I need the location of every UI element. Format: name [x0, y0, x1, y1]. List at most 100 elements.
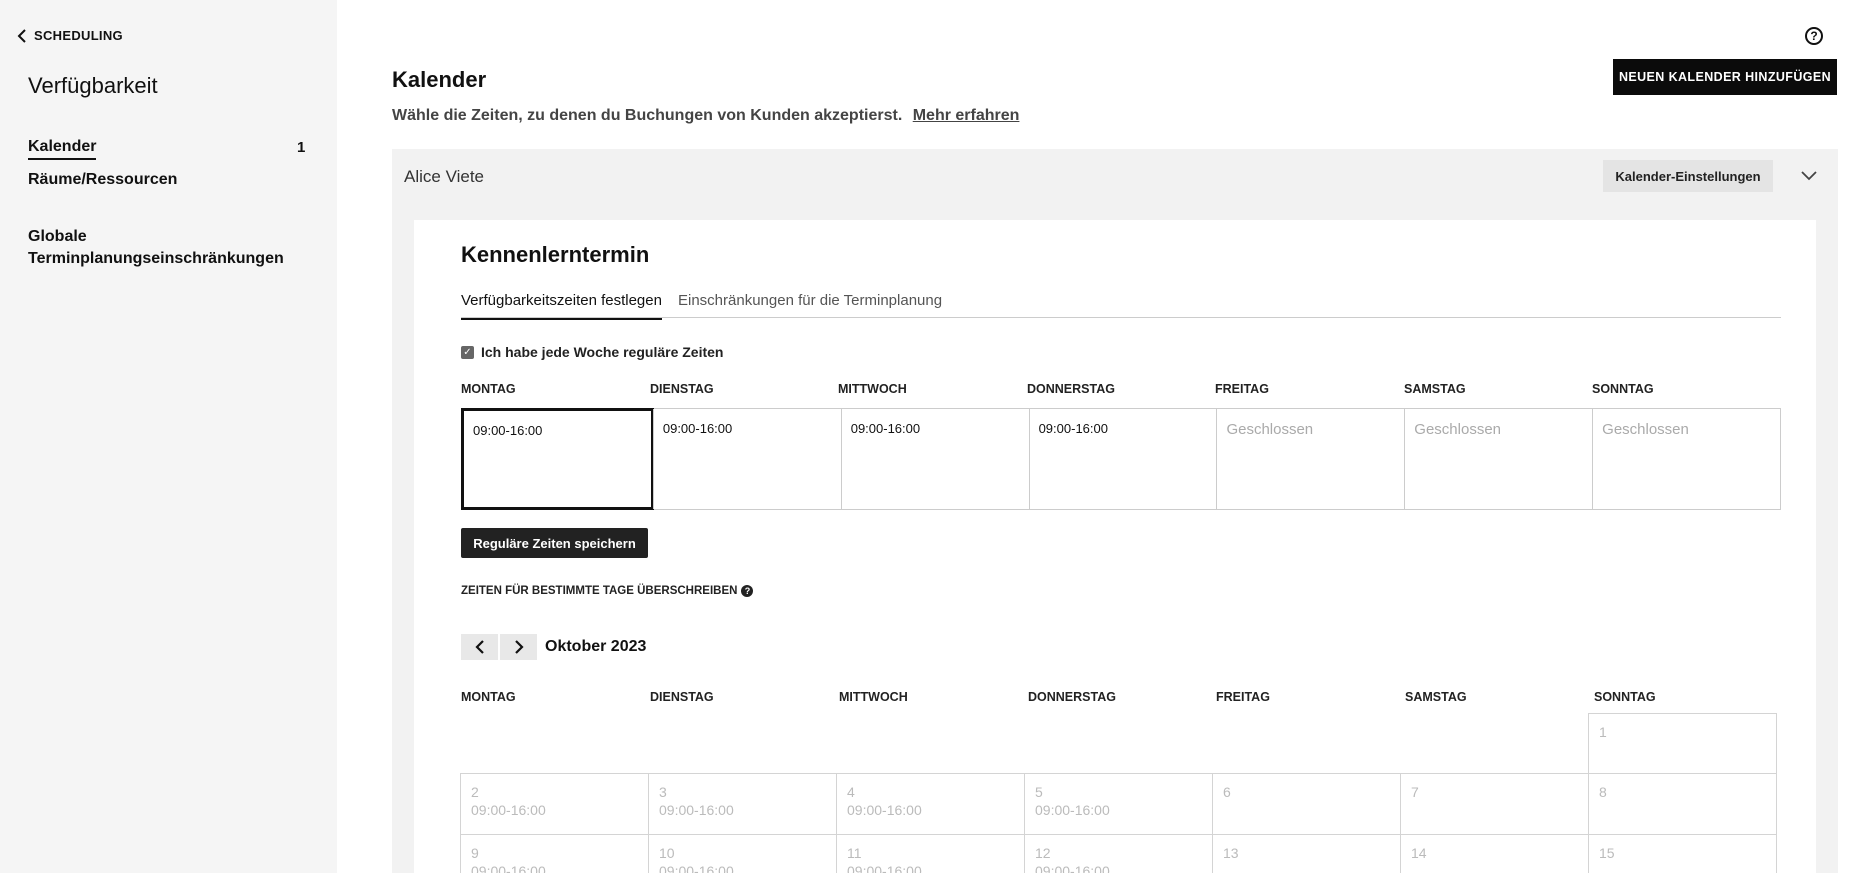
- day-hours: 09:00-16:00: [659, 863, 734, 873]
- calendar-settings-button[interactable]: Kalender-Einstellungen: [1603, 160, 1773, 192]
- regular-hours-label: Ich habe jede Woche reguläre Zeiten: [481, 344, 724, 360]
- day-hours: 09:00-16:00: [471, 863, 546, 873]
- day-hours: 09:00-16:00: [1035, 863, 1110, 873]
- prev-month-button[interactable]: [461, 634, 498, 660]
- month-week-row: 9 09:00-16:00 10 09:00-16:00 11 09:00-16:00…: [460, 834, 1783, 873]
- month-day-cell[interactable]: 3 09:00-16:00: [648, 773, 837, 835]
- month-day-cell[interactable]: 5 09:00-16:00: [1024, 773, 1213, 835]
- month-cell-empty: [1212, 713, 1401, 774]
- chevron-right-icon: [514, 640, 524, 654]
- weekly-slot-thursday[interactable]: 09:00-16:00: [1028, 409, 1217, 509]
- month-weekday-header: MONTAG: [461, 690, 516, 704]
- sidebar-item-label: Räume/Ressourcen: [28, 171, 178, 188]
- tab-availability[interactable]: Verfügbarkeitszeiten festlegen: [461, 292, 662, 320]
- month-day-cell[interactable]: 9 09:00-16:00: [460, 834, 649, 873]
- help-icon[interactable]: ?: [1805, 27, 1823, 45]
- month-cell-empty: [836, 713, 1025, 774]
- day-hours: 09:00-16:00: [847, 802, 922, 818]
- month-cell-empty: [1024, 713, 1213, 774]
- weekly-slot-wednesday[interactable]: 09:00-16:00: [840, 409, 1029, 509]
- weekly-slot-friday[interactable]: Geschlossen: [1216, 409, 1404, 509]
- tab-bar: Verfügbarkeitszeiten festlegen Einschrän…: [461, 282, 1781, 320]
- override-section-label: ZEITEN FÜR BESTIMMTE TAGE ÜBERSCHREIBEN …: [461, 585, 754, 597]
- day-hours: 09:00-16:00: [1035, 802, 1110, 818]
- sidebar-item-kalender[interactable]: Kalender: [28, 138, 97, 160]
- month-weekday-header: SAMSTAG: [1405, 690, 1467, 704]
- regular-hours-checkbox-row: ✓ Ich habe jede Woche reguläre Zeiten: [461, 344, 723, 360]
- day-number: 13: [1223, 845, 1239, 861]
- month-cell-empty: [460, 713, 649, 774]
- weekday-header: SONNTAG: [1592, 382, 1654, 396]
- month-day-cell[interactable]: 6: [1212, 773, 1401, 835]
- page-title: Kalender: [392, 67, 487, 92]
- chevron-down-icon[interactable]: [1800, 166, 1818, 184]
- weekly-slot-monday[interactable]: 09:00-16:00: [461, 408, 654, 510]
- day-hours: 09:00-16:00: [847, 863, 922, 873]
- sidebar-item-raeume-ressourcen[interactable]: Räume/Ressourcen: [28, 171, 177, 189]
- weekday-header: DONNERSTAG: [1027, 382, 1115, 396]
- month-day-cell[interactable]: 14: [1400, 834, 1589, 873]
- day-number: 14: [1411, 845, 1427, 861]
- weekly-hours-grid: 09:00-16:00 09:00-16:00 09:00-16:00 09:0…: [461, 408, 1781, 510]
- day-number: 9: [471, 845, 479, 861]
- service-card: Kennenlerntermin Verfügbarkeitszeiten fe…: [414, 220, 1816, 873]
- sidebar-title: Verfügbarkeit: [28, 73, 158, 98]
- month-day-cell[interactable]: 7: [1400, 773, 1589, 835]
- day-number: 3: [659, 784, 667, 800]
- weekday-header: SAMSTAG: [1404, 382, 1466, 396]
- chevron-left-icon: [474, 640, 484, 654]
- month-day-cell[interactable]: 1: [1588, 713, 1777, 774]
- weekly-slot-saturday[interactable]: Geschlossen: [1404, 409, 1592, 509]
- calendar-panel: Alice Viete Kalender-Einstellungen Kenne…: [392, 149, 1838, 873]
- sidebar-item-count: 1: [297, 139, 306, 156]
- month-day-cell[interactable]: 12 09:00-16:00: [1024, 834, 1213, 873]
- month-week-row: 2 09:00-16:00 3 09:00-16:00 4 09:00-16:00 5…: [460, 773, 1783, 835]
- month-label: Oktober 2023: [545, 638, 647, 655]
- day-hours: 09:00-16:00: [659, 802, 734, 818]
- next-month-button[interactable]: [500, 634, 537, 660]
- month-weekday-header: SONNTAG: [1594, 690, 1656, 704]
- day-number: 2: [471, 784, 479, 800]
- day-number: 10: [659, 845, 675, 861]
- subtitle-text: Wähle die Zeiten, zu denen du Buchungen …: [392, 107, 903, 124]
- weekday-header: MITTWOCH: [838, 382, 907, 396]
- learn-more-link[interactable]: Mehr erfahren: [913, 107, 1020, 124]
- weekly-slot-tuesday[interactable]: 09:00-16:00: [652, 409, 841, 509]
- month-day-cell[interactable]: 8: [1588, 773, 1777, 835]
- day-number: 6: [1223, 784, 1231, 800]
- question-circle-icon[interactable]: ?: [741, 585, 754, 597]
- back-to-scheduling-link[interactable]: SCHEDULING: [16, 28, 123, 43]
- regular-hours-checkbox[interactable]: ✓: [461, 345, 474, 359]
- month-day-cell[interactable]: 15: [1588, 834, 1777, 873]
- day-number: 15: [1599, 845, 1615, 861]
- month-cell-empty: [1400, 713, 1589, 774]
- month-weekday-header: DONNERSTAG: [1028, 690, 1116, 704]
- day-number: 5: [1035, 784, 1043, 800]
- month-day-cell[interactable]: 4 09:00-16:00: [836, 773, 1025, 835]
- month-day-cell[interactable]: 11 09:00-16:00: [836, 834, 1025, 873]
- service-title: Kennenlerntermin: [461, 242, 650, 267]
- month-weekday-header: DIENSTAG: [650, 690, 714, 704]
- month-day-cell[interactable]: 2 09:00-16:00: [460, 773, 649, 835]
- sidebar-item-globale-einschraenkungen[interactable]: Globale Terminplanungseinschränkungen: [28, 226, 288, 270]
- sidebar-item-label: Kalender: [28, 138, 97, 160]
- month-nav: [461, 634, 537, 660]
- weekly-slot-sunday[interactable]: Geschlossen: [1592, 409, 1780, 509]
- page-subtitle: Wähle die Zeiten, zu denen du Buchungen …: [392, 107, 1019, 125]
- day-number: 11: [847, 845, 862, 861]
- day-number: 1: [1599, 724, 1607, 740]
- month-weekday-header: MITTWOCH: [839, 690, 908, 704]
- month-day-cell[interactable]: 13: [1212, 834, 1401, 873]
- tab-scheduling-limits[interactable]: Einschränkungen für die Terminplanung: [678, 292, 942, 309]
- calendar-owner-name: Alice Viete: [404, 167, 485, 186]
- save-regular-hours-button[interactable]: Reguläre Zeiten speichern: [461, 528, 648, 558]
- month-day-cell[interactable]: 10 09:00-16:00: [648, 834, 837, 873]
- day-hours: 09:00-16:00: [471, 802, 546, 818]
- month-grid: 1 2 09:00-16:00 3 09:00-16:00 4 09:00-16:00…: [460, 713, 1783, 873]
- weekday-header: MONTAG: [461, 382, 516, 396]
- sidebar-item-label: Globale Terminplanungseinschränkungen: [28, 228, 284, 267]
- add-calendar-button[interactable]: NEUEN KALENDER HINZUFÜGEN: [1613, 59, 1837, 95]
- day-number: 4: [847, 784, 855, 800]
- back-link-label: SCHEDULING: [34, 28, 123, 43]
- override-label-text: ZEITEN FÜR BESTIMMTE TAGE ÜBERSCHREIBEN: [461, 585, 738, 597]
